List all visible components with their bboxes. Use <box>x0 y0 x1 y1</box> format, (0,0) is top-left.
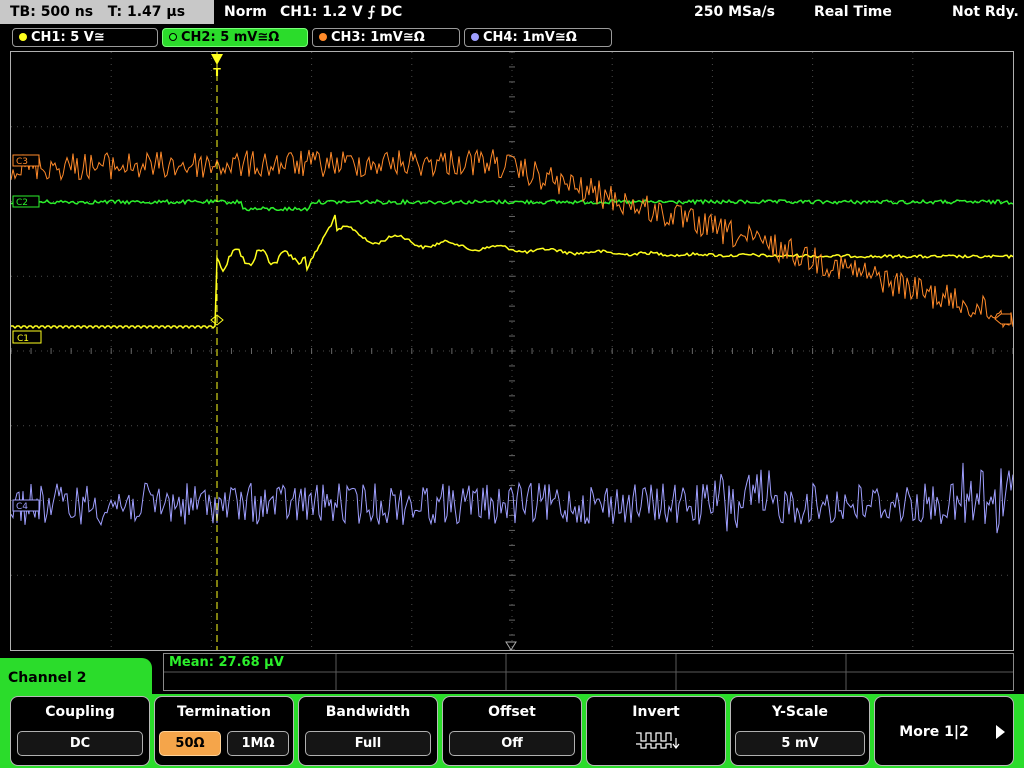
status-bar: TB: 500 ns T: 1.47 µs Norm CH1: 1.2 V ⨍ … <box>0 0 1024 26</box>
channel-3-marker-label: C3 <box>16 157 28 167</box>
sample-rate: 250 MSa/s <box>694 4 776 20</box>
trigger-state: Not Rdy. <box>952 4 1019 20</box>
coupling-value[interactable]: DC <box>17 731 143 756</box>
offset-value[interactable]: Off <box>449 731 575 756</box>
offset-label: Offset <box>488 704 536 720</box>
menu-title-tab: Channel 2 <box>0 658 152 698</box>
trigger-time-readout: T: 1.47 µs <box>107 4 186 20</box>
offset-softkey[interactable]: Offset Off <box>442 696 582 766</box>
termination-label: Termination <box>177 704 271 720</box>
channel-2-color-icon <box>169 33 177 41</box>
acquisition-mode[interactable]: Real Time <box>814 0 892 24</box>
channel-1-label: CH1: 5 V≅ <box>31 30 105 45</box>
bandwidth-value[interactable]: Full <box>305 731 431 756</box>
termination-softkey[interactable]: Termination 50Ω 1MΩ <box>154 696 294 766</box>
channel-3-level-marker[interactable] <box>994 313 1012 325</box>
invert-pulse-icon <box>636 732 680 749</box>
tab-channel-3[interactable]: CH3: 1mV≅Ω <box>312 28 460 47</box>
right-arrow-icon <box>996 725 1005 739</box>
channel-4-marker[interactable]: C4 <box>12 499 40 512</box>
channel-1-color-icon <box>19 33 27 41</box>
channel-4-color-icon <box>471 33 479 41</box>
channel-4-marker-label: C4 <box>16 502 28 512</box>
invert-softkey[interactable]: Invert <box>586 696 726 766</box>
channel-4-trace <box>11 462 1013 534</box>
trigger-mode[interactable]: Norm <box>224 0 267 24</box>
channel-3-color-icon <box>319 33 327 41</box>
tab-channel-1[interactable]: CH1: 5 V≅ <box>12 28 158 47</box>
trigger-marker-icon <box>211 54 223 65</box>
coupling-label: Coupling <box>45 704 115 720</box>
measurement-bar: Mean: 27.68 µV <box>163 653 1014 691</box>
channel-3-marker[interactable]: C3 <box>12 154 40 167</box>
bandwidth-softkey[interactable]: Bandwidth Full <box>298 696 438 766</box>
timebase-box[interactable]: TB: 500 ns T: 1.47 µs <box>0 0 214 24</box>
center-marker-icon <box>505 641 517 650</box>
trigger-marker-label: T <box>213 66 221 79</box>
channel-1-marker-label: C1 <box>17 334 29 344</box>
timebase-readout: TB: 500 ns <box>10 4 94 20</box>
measurement-dividers <box>164 654 1013 690</box>
yscale-label: Y-Scale <box>771 704 828 720</box>
channel-2-label: CH2: 5 mV≅Ω <box>181 30 280 45</box>
trigger-source[interactable]: CH1: 1.2 V ⨍ DC <box>280 0 402 24</box>
channel-3-label: CH3: 1mV≅Ω <box>331 30 425 45</box>
channel-2-marker-label: C2 <box>16 198 28 208</box>
trigger-position-marker[interactable]: T <box>211 54 223 79</box>
termination-option-50ohm[interactable]: 50Ω <box>159 731 221 756</box>
waveform-display[interactable]: T C1 C2 C3 C4 <box>10 51 1014 651</box>
termination-option-1mohm[interactable]: 1MΩ <box>227 731 289 756</box>
channel-2-marker[interactable]: C2 <box>12 195 40 208</box>
tab-channel-2[interactable]: CH2: 5 mV≅Ω <box>162 28 308 47</box>
coupling-softkey[interactable]: Coupling DC <box>10 696 150 766</box>
bandwidth-label: Bandwidth <box>325 704 411 720</box>
channel-4-label: CH4: 1mV≅Ω <box>483 30 577 45</box>
channel-1-marker[interactable]: C1 <box>12 330 42 344</box>
yscale-value[interactable]: 5 mV <box>735 731 865 756</box>
yscale-softkey[interactable]: Y-Scale 5 mV <box>730 696 870 766</box>
waveform-canvas: T C1 C2 C3 C4 <box>11 52 1013 650</box>
more-label: More 1|2 <box>899 724 969 740</box>
more-softkey[interactable]: More 1|2 <box>874 696 1014 766</box>
invert-label: Invert <box>632 704 680 720</box>
tab-channel-4[interactable]: CH4: 1mV≅Ω <box>464 28 612 47</box>
